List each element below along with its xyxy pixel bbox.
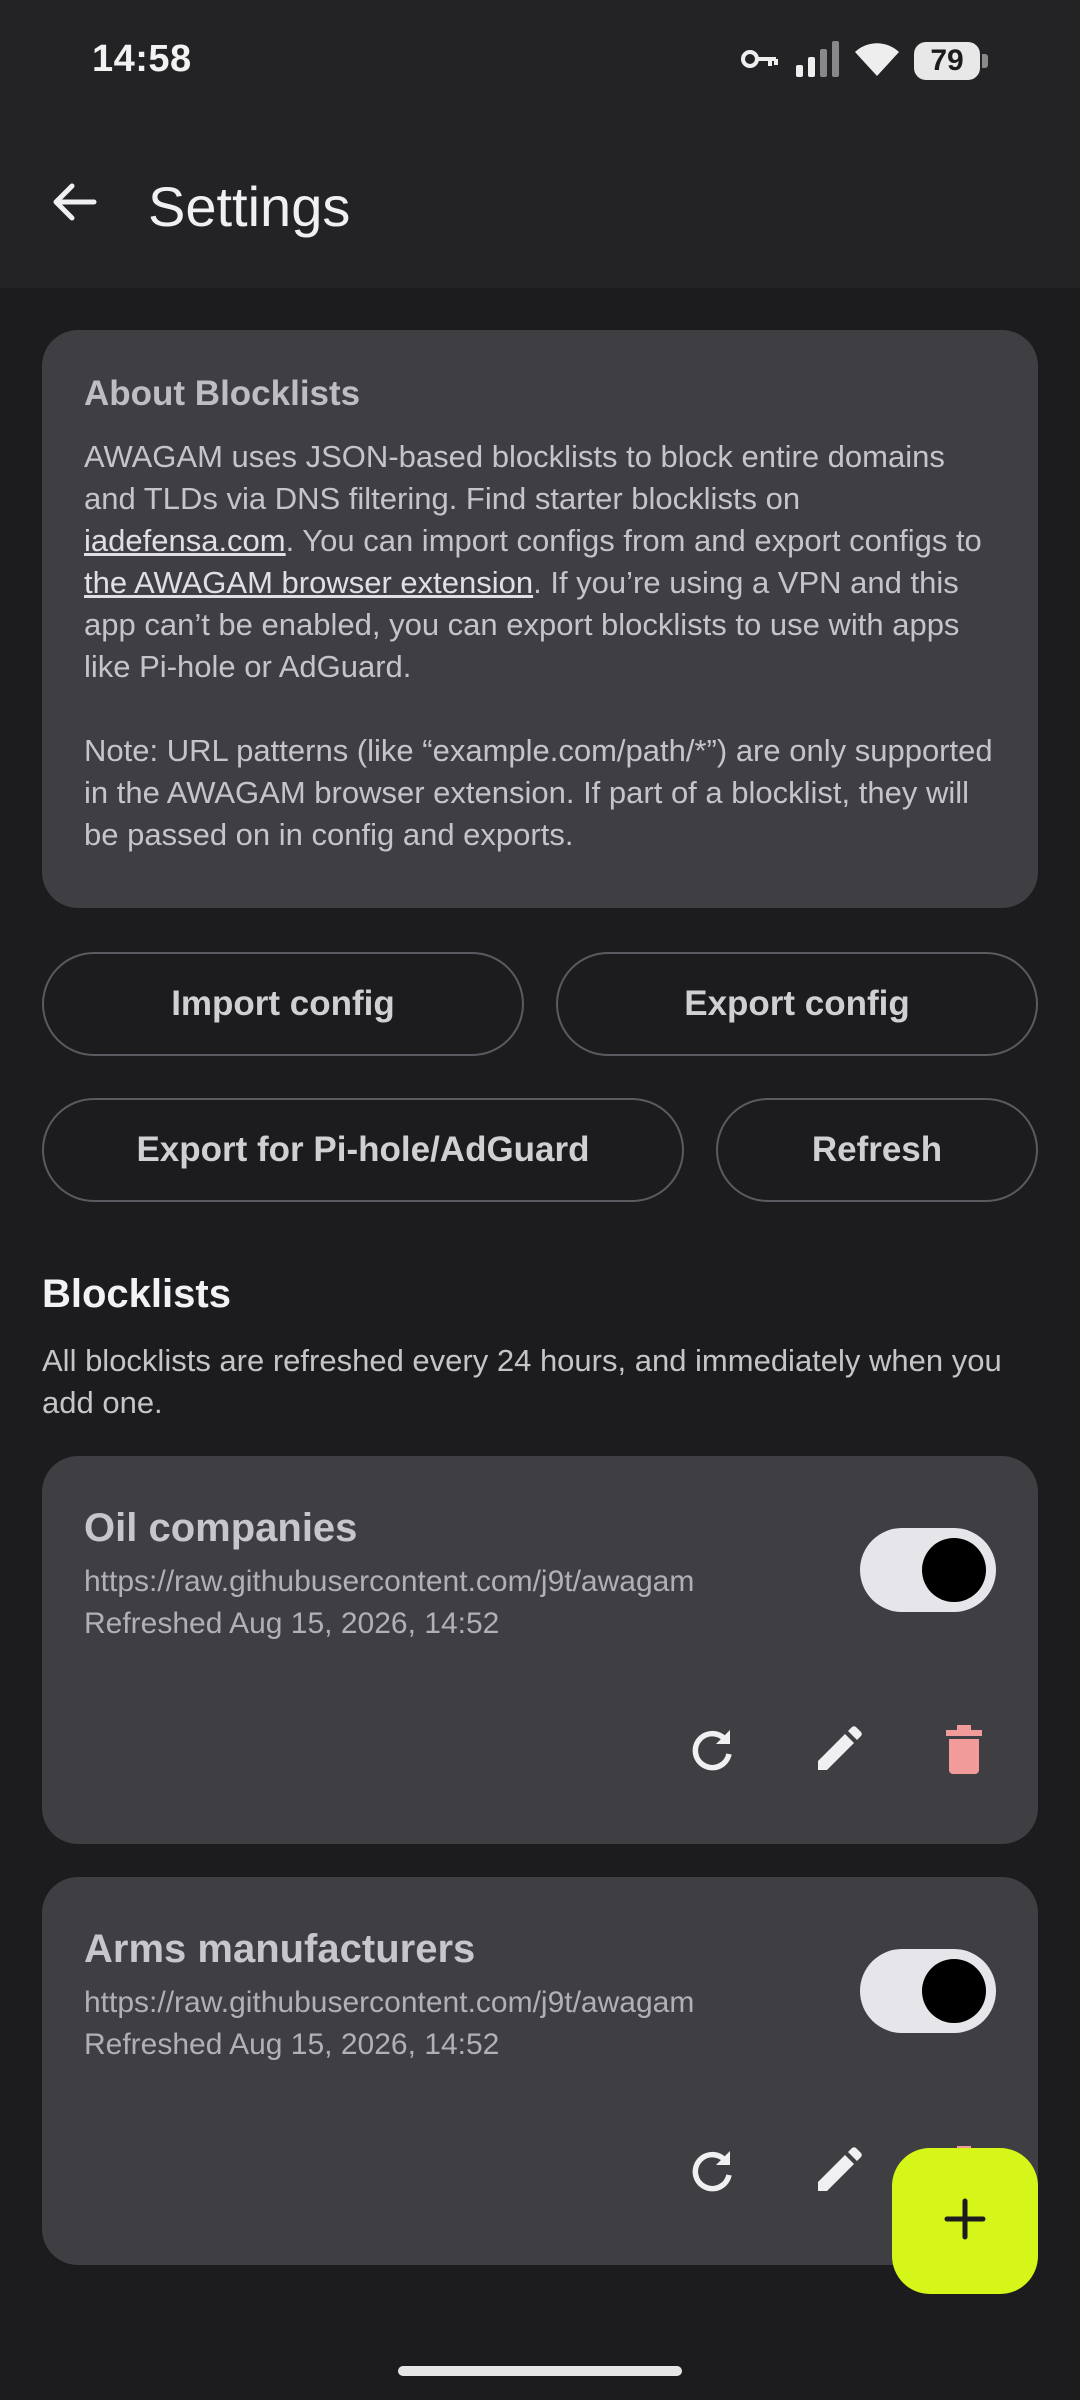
about-text-part-2: . You can import configs from and export… [285, 523, 982, 558]
about-title: About Blocklists [84, 374, 361, 413]
blocklist-card: Arms manufacturers https://raw.githubuse… [42, 1877, 1038, 2265]
signal-icon [794, 39, 840, 84]
pencil-icon [812, 1724, 864, 1781]
trash-icon [942, 1724, 986, 1781]
page-title: Settings [148, 175, 351, 238]
blocklist-refreshed: Refreshed Aug 15, 2026, 14:52 [84, 2028, 500, 2061]
home-indicator[interactable] [398, 2366, 682, 2376]
blocklist-card: Oil companies https://raw.githubusercont… [42, 1456, 1038, 1844]
blocklist-enabled-toggle[interactable] [860, 1528, 996, 1612]
wifi-icon [854, 40, 900, 83]
refresh-icon [686, 1724, 738, 1781]
about-text-part-1: AWAGAM uses JSON-based blocklists to blo… [84, 439, 945, 516]
blocklist-name: Arms manufacturers [84, 1927, 476, 1971]
pencil-icon [812, 2145, 864, 2202]
edit-blocklist-button[interactable] [800, 1714, 876, 1790]
back-button[interactable] [44, 174, 104, 234]
export-pihole-adguard-button[interactable]: Export for Pi-hole/AdGuard [42, 1098, 684, 1202]
about-description: AWAGAM uses JSON-based blocklists to blo… [84, 436, 996, 688]
key-icon [740, 44, 780, 79]
browser-extension-link[interactable]: the AWAGAM browser extension [84, 565, 533, 600]
toggle-knob [922, 1959, 986, 2023]
about-note: Note: URL patterns (like “example.com/pa… [84, 733, 993, 852]
blocklists-heading: Blocklists [42, 1272, 231, 1316]
app-bar: Settings [0, 120, 1080, 288]
refresh-button[interactable]: Refresh [716, 1098, 1038, 1202]
blocklist-actions [674, 1714, 1002, 1790]
status-icons: 79 [740, 36, 988, 86]
delete-blocklist-button[interactable] [926, 1714, 1002, 1790]
arrow-left-icon [50, 178, 98, 231]
edit-blocklist-button[interactable] [800, 2135, 876, 2211]
refresh-blocklist-button[interactable] [674, 1714, 750, 1790]
import-config-button[interactable]: Import config [42, 952, 524, 1056]
iadefensa-link[interactable]: iadefensa.com [84, 523, 286, 558]
export-config-button[interactable]: Export config [556, 952, 1038, 1056]
battery-tip [982, 54, 988, 68]
add-blocklist-button[interactable] [892, 2148, 1038, 2294]
status-time: 14:58 [92, 38, 192, 80]
status-bar: 14:58 79 [0, 0, 1080, 120]
blocklists-subtitle: All blocklists are refreshed every 24 ho… [42, 1343, 1002, 1420]
plus-icon [941, 2195, 989, 2248]
battery-level: 79 [914, 42, 980, 80]
blocklist-refreshed: Refreshed Aug 15, 2026, 14:52 [84, 1607, 500, 1640]
blocklist-enabled-toggle[interactable] [860, 1949, 996, 2033]
battery-icon: 79 [914, 42, 988, 80]
about-blocklists-card: About Blocklists AWAGAM uses JSON-based … [42, 330, 1038, 908]
blocklist-name: Oil companies [84, 1506, 358, 1550]
refresh-icon [686, 2145, 738, 2202]
toggle-knob [922, 1538, 986, 1602]
refresh-blocklist-button[interactable] [674, 2135, 750, 2211]
